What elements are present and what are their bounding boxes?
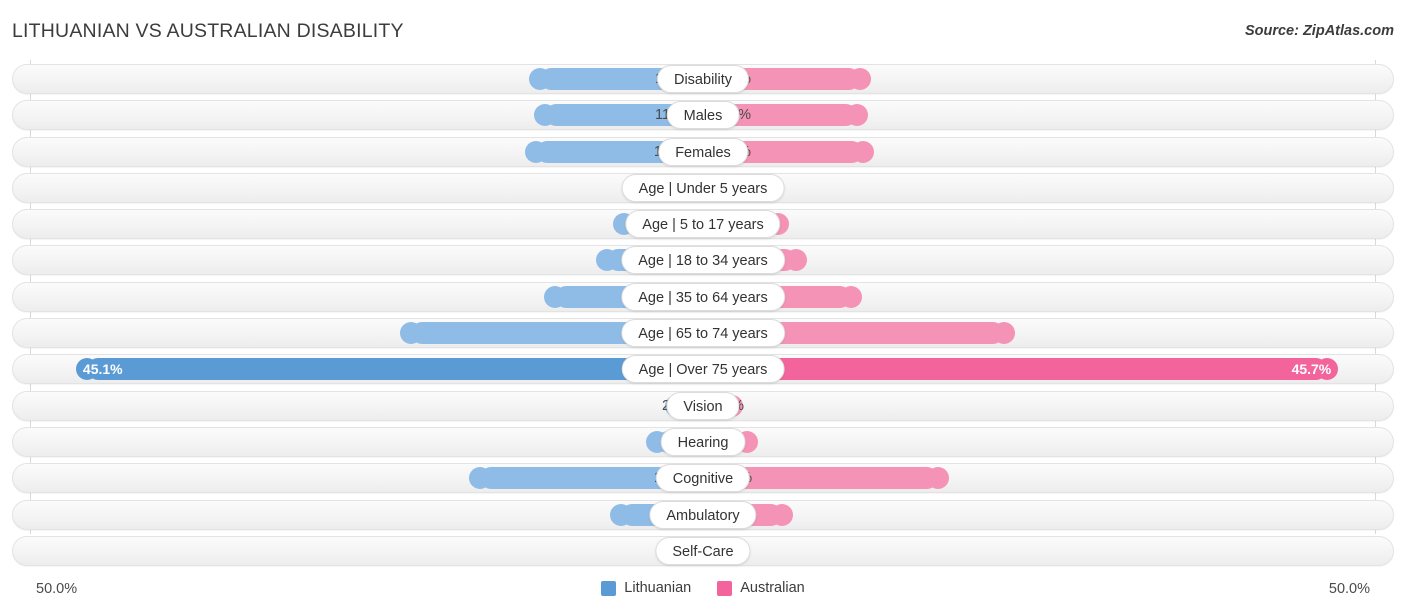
legend-swatch-icon xyxy=(601,580,617,596)
legend-label: Australian xyxy=(740,580,805,596)
chart-header: LITHUANIAN VS AUSTRALIAN DISABILITY Sour… xyxy=(0,0,1406,58)
bar-row: 2.4%2.3%Self-Care xyxy=(0,535,1406,566)
bar-row: 2.0%2.1%Vision xyxy=(0,390,1406,421)
bar-row: 12.2%11.7%Females xyxy=(0,136,1406,167)
bar-row: 5.8%5.5%Age | 5 to 17 years xyxy=(0,209,1406,240)
bar-row: 11.9%11.5%Disability xyxy=(0,64,1406,94)
page-title: LITHUANIAN VS AUSTRALIAN DISABILITY xyxy=(12,20,404,42)
category-label: Age | 35 to 64 years xyxy=(621,282,785,311)
legend-label: Lithuanian xyxy=(624,580,692,596)
category-label: Self-Care xyxy=(655,536,751,565)
bar-australian xyxy=(703,358,1339,381)
bar-row: 16.3%17.2%Cognitive xyxy=(0,463,1406,494)
category-label: Age | 18 to 34 years xyxy=(621,246,785,275)
category-label: Ambulatory xyxy=(649,500,757,529)
legend-item[interactable]: Australian xyxy=(717,580,805,596)
legend-item[interactable]: Lithuanian xyxy=(601,580,691,596)
bar-row: 45.1% 45.7% Age | Over 75 years xyxy=(0,354,1406,385)
bar-row: 21.4%22.0%Age | 65 to 74 years xyxy=(0,318,1406,349)
category-label: Females xyxy=(658,137,748,166)
bar-row: 1.6%1.4%Age | Under 5 years xyxy=(0,172,1406,203)
category-label: Age | Under 5 years xyxy=(621,173,785,202)
bar-lithuanian xyxy=(75,358,703,381)
category-label: Vision xyxy=(666,391,740,420)
bar-row: 7.0%6.8%Age | 18 to 34 years xyxy=(0,245,1406,276)
bar-rows-container: 11.9%11.5%Disability 11.6%11.3%Males 12.2%… xyxy=(0,64,1406,572)
bar-row: 6.0%5.8%Ambulatory xyxy=(0,499,1406,530)
category-label: Age | 5 to 17 years xyxy=(625,210,781,239)
source-attribution: Source: ZipAtlas.com xyxy=(1244,23,1394,39)
category-label: Males xyxy=(666,101,740,130)
category-label: Cognitive xyxy=(655,464,751,493)
chart-plot-area: 11.9%11.5%Disability 11.6%11.3%Males 12.2%… xyxy=(0,60,1406,572)
legend-swatch-icon xyxy=(717,580,733,596)
bar-row: 11.6%11.3%Males xyxy=(0,100,1406,131)
bar-row: 10.8%10.8%Age | 35 to 64 years xyxy=(0,281,1406,312)
category-label: Hearing xyxy=(660,427,746,456)
category-label: Disability xyxy=(656,65,750,93)
value-label-australian: 45.7% xyxy=(1291,361,1332,378)
chart-footer: 50.0% 50.0% Lithuanian Australian xyxy=(0,572,1406,612)
value-label-lithuanian: 45.1% xyxy=(82,361,123,378)
chart-legend: Lithuanian Australian xyxy=(0,580,1406,596)
bar-row: 3.4%3.2%Hearing xyxy=(0,426,1406,457)
category-label: Age | Over 75 years xyxy=(621,355,785,384)
category-label: Age | 65 to 74 years xyxy=(621,319,785,348)
